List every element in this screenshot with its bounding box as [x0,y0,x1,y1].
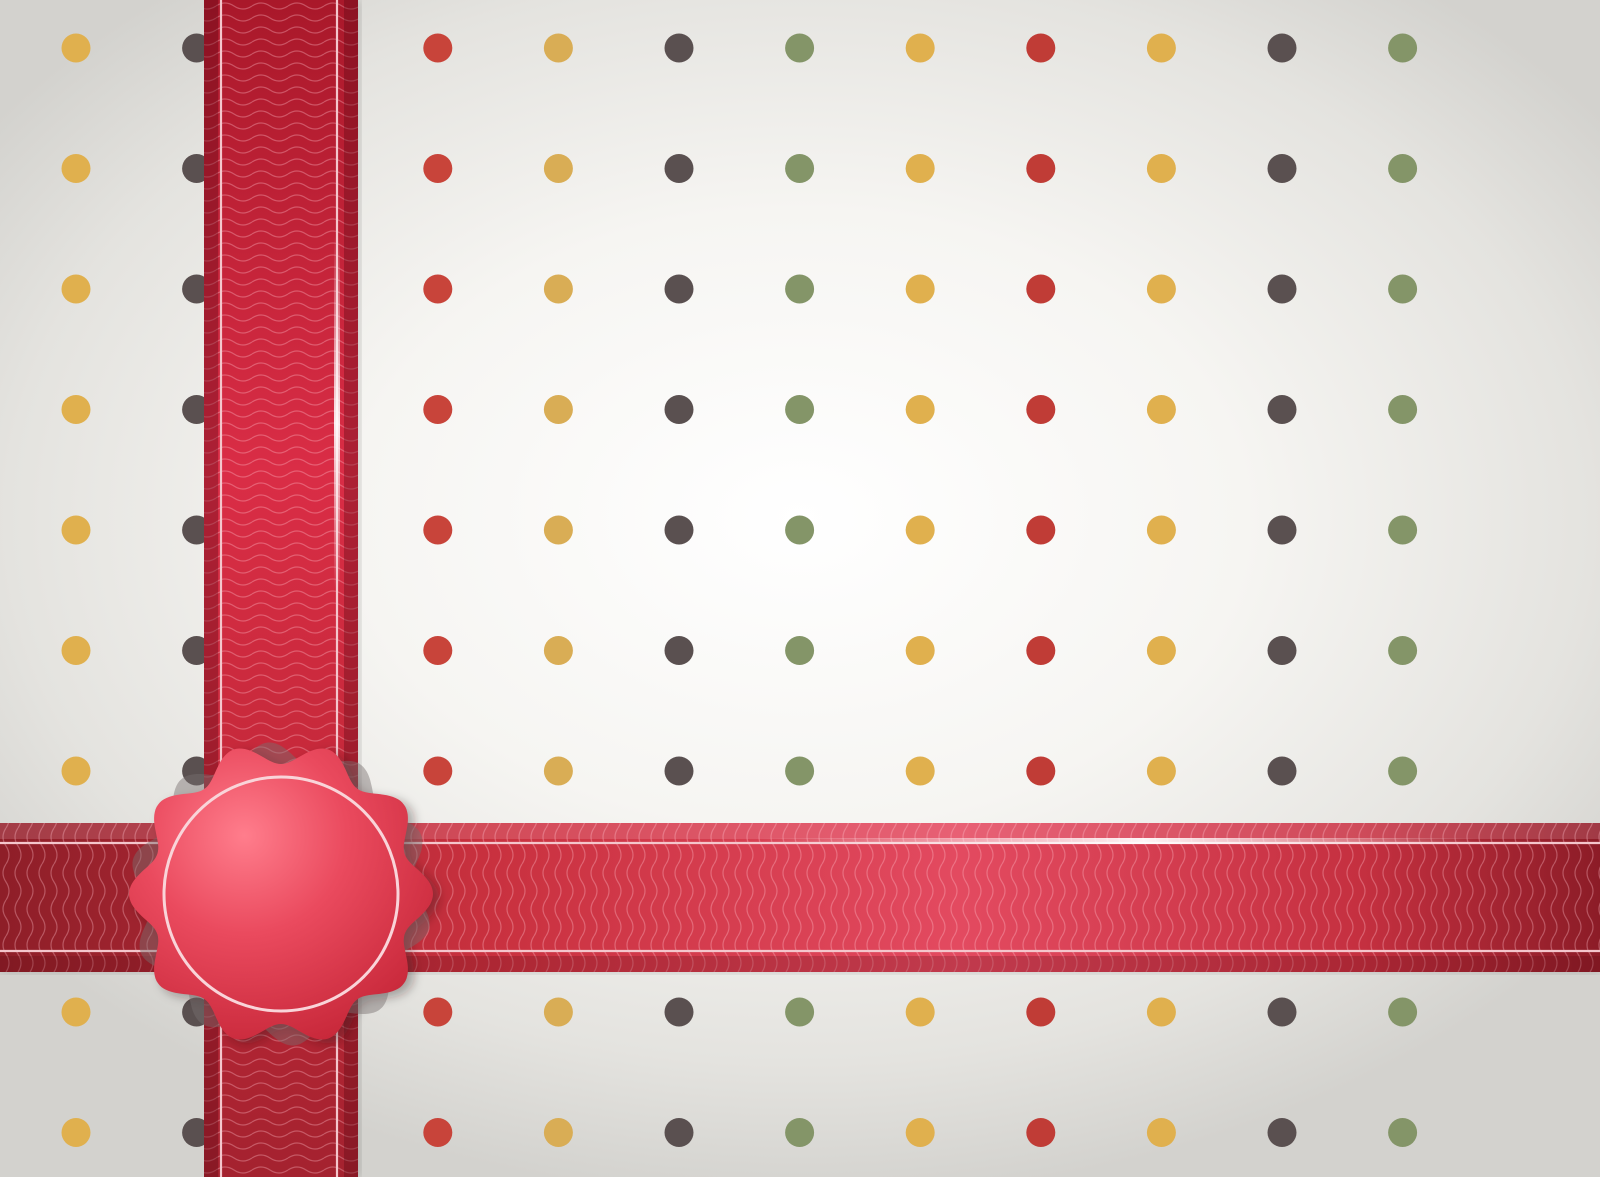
wax-seal-badge [129,742,439,1046]
ribbon-group [0,0,1600,1177]
gift-wrap-background [0,0,1600,1177]
